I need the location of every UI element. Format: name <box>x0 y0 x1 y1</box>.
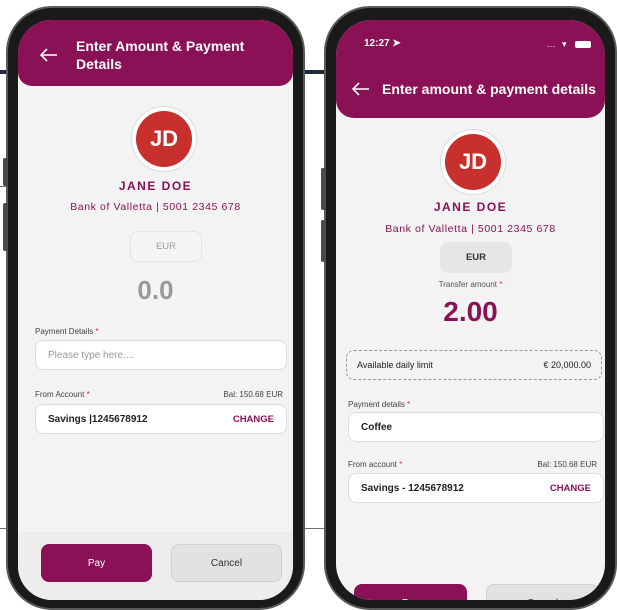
header-bar: Enter Amount & Payment Details <box>18 20 293 86</box>
back-arrow-icon[interactable] <box>352 82 370 96</box>
avatar: JD <box>131 106 197 172</box>
from-account-label: From Account * <box>35 390 90 399</box>
balance-label: Bal: 150.68 EUR <box>537 460 597 469</box>
pay-button[interactable]: Pay <box>354 584 467 600</box>
from-account-selector[interactable]: Savings - 1245678912 CHANGE <box>348 473 604 503</box>
page-title: Enter Amount & Payment Details <box>76 38 245 72</box>
phone-right: 12:27 ➤ … ▾ Enter amount & payment detai… <box>321 6 617 610</box>
balance-label: Bal: 150.68 EUR <box>223 390 283 399</box>
beneficiary-name: JANE DOE <box>118 179 193 193</box>
transfer-amount-label: Transfer amount * <box>438 280 503 289</box>
daily-limit-box: Available daily limit € 20,000.00 <box>346 350 602 380</box>
beneficiary-bank: Bank of Valletta | 5001 2345 678 <box>385 223 556 235</box>
daily-limit-value: € 20,000.00 <box>543 360 591 370</box>
amount-display[interactable]: 2.00 <box>336 296 605 328</box>
account-value: Savings - 1245678912 <box>361 482 464 494</box>
phone-side-button <box>321 220 326 262</box>
amount-display[interactable]: 0.0 <box>18 275 293 306</box>
status-icons: … ▾ <box>546 39 591 50</box>
payment-details-label: Payment details * <box>348 400 411 409</box>
screen: Enter Amount & Payment Details JD JANE D… <box>18 20 293 600</box>
location-arrow-icon: ➤ <box>392 38 401 49</box>
avatar: JD <box>440 129 506 195</box>
avatar-initials: JD <box>445 134 501 190</box>
currency-selector[interactable]: EUR <box>440 242 512 273</box>
beneficiary-bank: Bank of Valletta | 5001 2345 678 <box>70 201 241 213</box>
phone-side-button <box>3 203 8 251</box>
screen: 12:27 ➤ … ▾ Enter amount & payment detai… <box>336 20 605 600</box>
payment-details-label: Payment Details * <box>35 327 99 336</box>
status-time: 12:27 ➤ <box>364 38 401 49</box>
currency-selector[interactable]: EUR <box>130 231 202 262</box>
cancel-button[interactable]: Cancel <box>486 584 599 600</box>
beneficiary-name: JANE DOE <box>433 200 508 214</box>
from-account-label: From account * <box>348 460 403 469</box>
signal-icon: … <box>546 39 558 49</box>
avatar-initials: JD <box>136 111 192 167</box>
page-title: Enter amount & payment details <box>382 81 596 97</box>
payment-details-input[interactable]: Coffee <box>348 412 604 442</box>
daily-limit-label: Available daily limit <box>357 360 433 370</box>
change-account-link[interactable]: CHANGE <box>550 483 591 494</box>
pay-button[interactable]: Pay <box>41 544 152 582</box>
cancel-button[interactable]: Cancel <box>171 544 282 582</box>
phone-side-button <box>3 158 8 186</box>
battery-icon <box>575 41 591 49</box>
header-bar: 12:27 ➤ … ▾ Enter amount & payment detai… <box>336 20 605 118</box>
account-value: Savings |1245678912 <box>48 413 148 425</box>
wifi-icon: ▾ <box>561 39 569 49</box>
phone-side-button <box>321 168 326 210</box>
payment-details-input[interactable] <box>35 340 287 370</box>
phone-left: Enter Amount & Payment Details JD JANE D… <box>3 6 305 610</box>
change-account-link[interactable]: CHANGE <box>233 414 274 425</box>
back-arrow-icon[interactable] <box>40 48 58 62</box>
from-account-selector[interactable]: Savings |1245678912 CHANGE <box>35 404 287 434</box>
